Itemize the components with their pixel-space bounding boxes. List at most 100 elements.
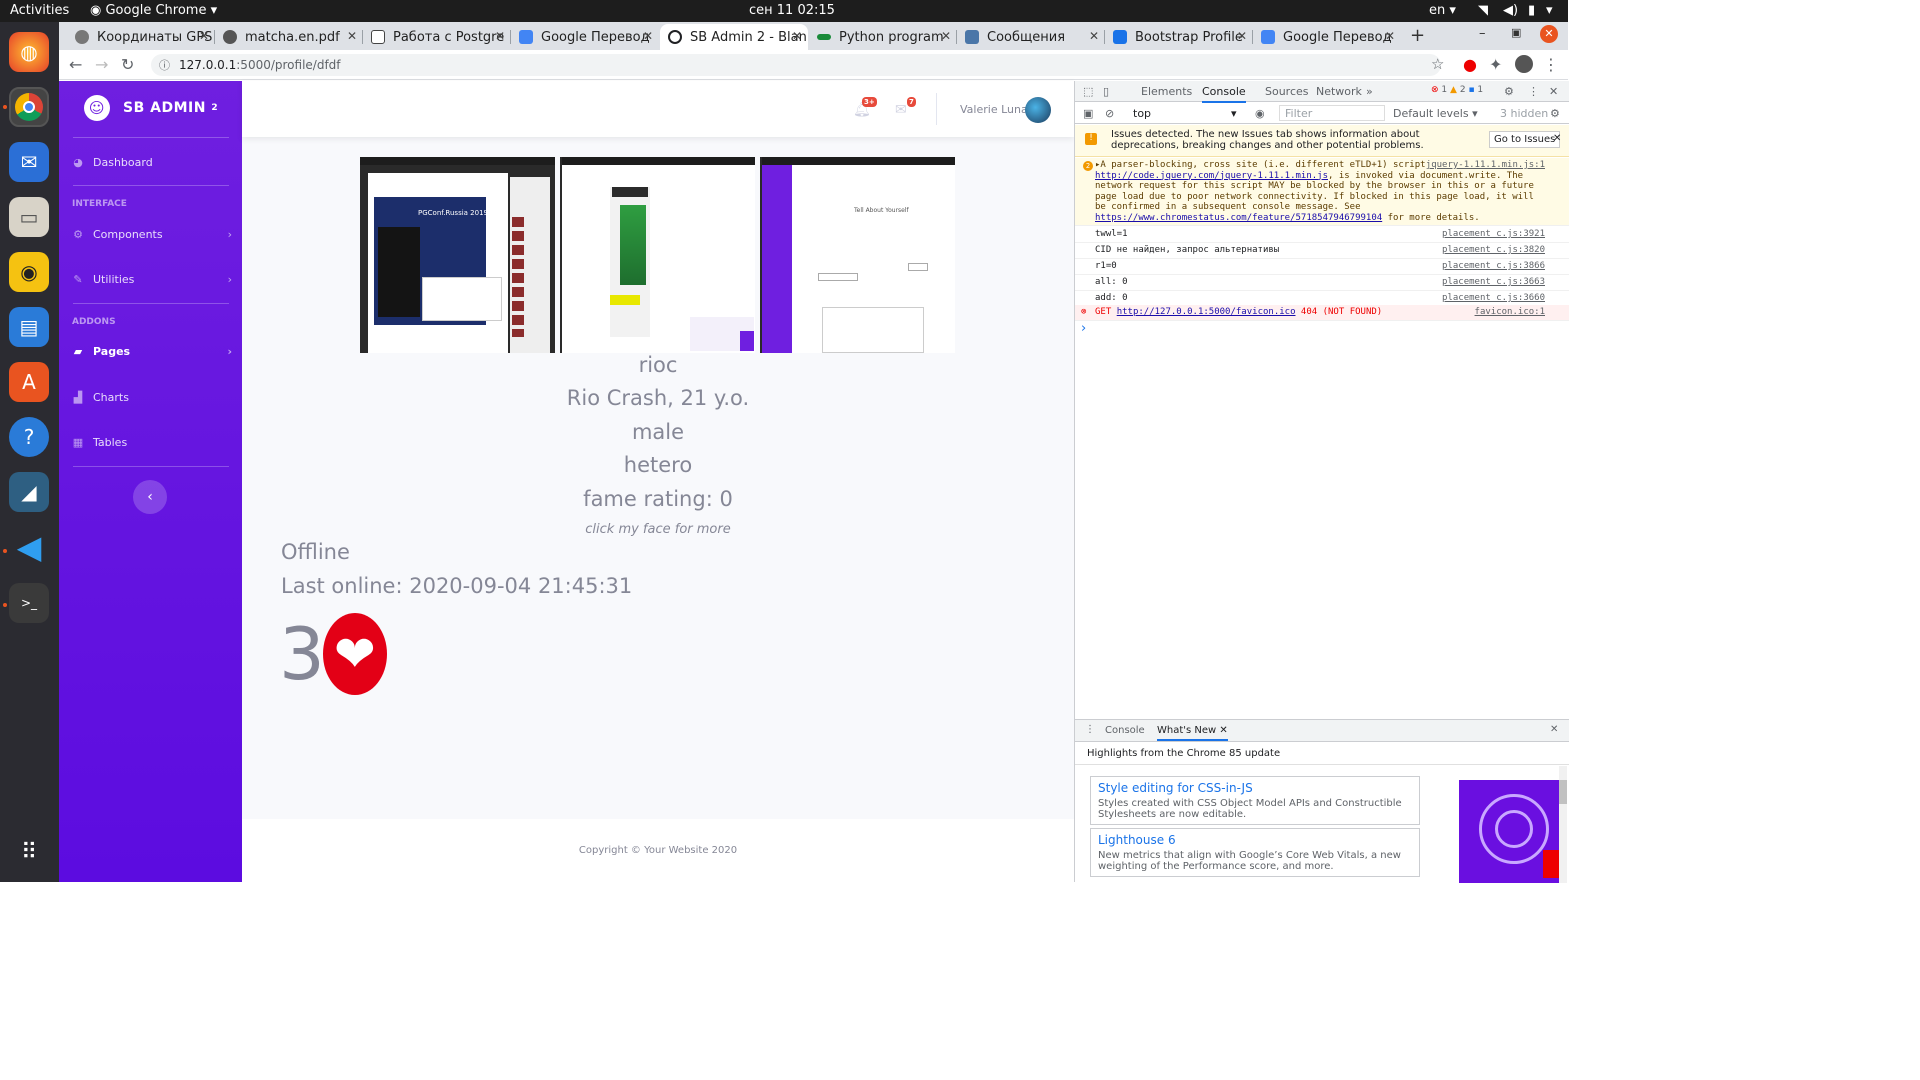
close-tab-icon[interactable]: ✕ [1219, 725, 1227, 736]
console-settings-icon[interactable]: ⚙ [1550, 107, 1560, 120]
tab-gps[interactable]: Координаты GPS ✕ [67, 24, 215, 50]
log-source-link[interactable]: placement_c.js:3921 [1442, 229, 1545, 239]
mysql-workbench-icon[interactable]: ◢ [9, 472, 49, 512]
vscode-icon[interactable]: ◀ [9, 527, 49, 567]
close-tab-icon[interactable]: ✕ [941, 29, 951, 43]
forward-icon[interactable]: → [95, 55, 108, 74]
tab-messages[interactable]: Сообщения ✕ [957, 24, 1105, 50]
live-expression-eye-icon[interactable]: ◉ [1255, 107, 1265, 120]
app-menu[interactable]: ◉ Google Chrome ▾ [90, 3, 217, 18]
close-tab-icon[interactable]: ✕ [643, 29, 653, 43]
sidebar-item-charts[interactable]: ▟ Charts [72, 387, 232, 407]
close-tab-icon[interactable]: ✕ [792, 29, 802, 43]
terminal-icon[interactable]: >_ [9, 583, 49, 623]
files-icon[interactable]: ▭ [9, 197, 49, 237]
drawer-menu-icon[interactable]: ⋮ [1085, 724, 1095, 735]
sidebar-item-components[interactable]: ⚙ Components › [72, 224, 232, 244]
profile-avatar-icon[interactable] [1515, 55, 1533, 73]
console-filter-input[interactable]: Filter [1279, 105, 1385, 121]
go-to-issues-button[interactable]: Go to Issues [1489, 131, 1561, 148]
rhythmbox-icon[interactable]: ◉ [9, 252, 49, 292]
log-source-link[interactable]: placement_c.js:3866 [1442, 261, 1545, 271]
back-icon[interactable]: ← [69, 55, 82, 74]
help-icon[interactable]: ? [9, 417, 49, 457]
profile-photo-3[interactable]: Tell About Yourself [760, 157, 955, 353]
log-levels-select[interactable]: Default levels ▾ [1393, 107, 1478, 120]
more-tabs-icon[interactable]: » [1366, 85, 1373, 98]
tab-sb-admin[interactable]: SB Admin 2 - Blan ✕ [660, 24, 808, 50]
close-window-icon[interactable]: ✕ [1540, 25, 1558, 43]
activities-button[interactable]: Activities [10, 3, 69, 18]
firefox-icon[interactable]: ◍ [9, 32, 49, 72]
devtools-tab-elements[interactable]: Elements [1141, 85, 1192, 98]
minimize-icon[interactable]: – [1479, 26, 1486, 41]
device-toolbar-icon[interactable]: ▯ [1103, 85, 1109, 98]
thunderbird-icon[interactable]: ✉ [9, 142, 49, 182]
user-name[interactable]: Valerie Luna [960, 103, 1028, 116]
close-tab-icon[interactable]: ✕ [1385, 29, 1395, 43]
chrome-icon[interactable] [9, 87, 49, 127]
profile-photo-1[interactable]: PGConf.Russia 2019 [360, 157, 555, 353]
chromestatus-link[interactable]: https://www.chromestatus.com/feature/571… [1095, 213, 1382, 223]
extensions-puzzle-icon[interactable]: ✦ [1489, 55, 1502, 74]
close-banner-icon[interactable]: ✕ [1553, 133, 1561, 144]
tab-google-translate-2[interactable]: Google Перевод ✕ [1253, 24, 1401, 50]
sidebar-item-dashboard[interactable]: ◕ Dashboard [72, 152, 232, 172]
close-tab-icon[interactable]: ✕ [1089, 29, 1099, 43]
info-icon[interactable]: ⓘ [159, 57, 170, 73]
power-menu-icon[interactable]: ▾ [1546, 3, 1553, 18]
tab-postgres[interactable]: Работа с Postgre ✕ [363, 24, 511, 50]
new-tab-icon[interactable]: + [1410, 25, 1425, 46]
close-devtools-icon[interactable]: ✕ [1549, 85, 1558, 98]
drawer-tab-console[interactable]: Console [1105, 725, 1145, 736]
log-source-link[interactable]: jquery-1.11.1.min.js:1 [1425, 160, 1545, 171]
inspect-element-icon[interactable]: ⬚ [1083, 85, 1093, 98]
close-tab-icon[interactable]: ✕ [1237, 29, 1247, 43]
user-avatar[interactable] [1025, 97, 1051, 123]
favicon-url-link[interactable]: http://127.0.0.1:5000/favicon.ico [1117, 307, 1296, 317]
drawer-tab-whats-new[interactable]: What's New ✕ [1157, 725, 1228, 741]
sidebar-item-utilities[interactable]: ✎ Utilities › [72, 269, 232, 289]
clear-console-icon[interactable]: ⊘ [1105, 107, 1114, 120]
log-source-link[interactable]: favicon.ico:1 [1475, 307, 1545, 317]
reload-icon[interactable]: ↻ [121, 55, 134, 74]
close-tab-icon[interactable]: ✕ [199, 29, 209, 43]
sidebar-item-tables[interactable]: ▦ Tables [72, 432, 232, 452]
chrome-menu-icon[interactable]: ⋮ [1543, 55, 1559, 74]
devtools-tab-network[interactable]: Network [1316, 85, 1362, 98]
sidebar-brand[interactable]: ☺ SB ADMIN 2 [84, 95, 218, 121]
software-center-icon[interactable]: A [9, 362, 49, 402]
log-source-link[interactable]: placement_c.js:3660 [1442, 293, 1545, 303]
whats-new-card[interactable]: Style editing for CSS-in-JS Styles create… [1090, 776, 1420, 825]
like-heart-button[interactable]: ❤ [322, 613, 387, 695]
libreoffice-writer-icon[interactable]: ▤ [9, 307, 49, 347]
messages-envelope-icon[interactable]: ✉ [895, 102, 907, 118]
wifi-icon[interactable]: ◥ [1478, 3, 1488, 18]
close-tab-icon[interactable]: ✕ [347, 29, 357, 43]
log-source-link[interactable]: placement_c.js:3820 [1442, 245, 1545, 255]
sidebar-item-pages[interactable]: ▰ Pages › [72, 341, 232, 361]
log-source-link[interactable]: placement_c.js:3663 [1442, 277, 1545, 287]
clock[interactable]: сен 11 02:15 [749, 3, 835, 18]
devtools-tab-sources[interactable]: Sources [1265, 85, 1309, 98]
close-drawer-icon[interactable]: ✕ [1550, 724, 1558, 735]
maximize-icon[interactable]: ▣ [1511, 26, 1521, 39]
bookmark-star-icon[interactable]: ☆ [1431, 55, 1444, 73]
settings-gear-icon[interactable]: ⚙ [1504, 85, 1514, 98]
whats-new-card[interactable]: Lighthouse 6 New metrics that align with … [1090, 828, 1420, 877]
url-field[interactable]: ⓘ 127.0.0.1:5000/profile/dfdf [151, 54, 1441, 76]
volume-icon[interactable]: ◀) [1503, 3, 1518, 18]
error-count[interactable]: ⊗ 1 ▲ 2 ▪ 1 [1431, 85, 1483, 95]
show-applications-icon[interactable]: ⠿ [9, 832, 49, 872]
tab-pdf[interactable]: matcha.en.pdf ✕ [215, 24, 363, 50]
keyboard-layout[interactable]: en ▾ [1429, 3, 1456, 18]
battery-icon[interactable]: ▮ [1528, 3, 1535, 18]
drawer-scrollbar[interactable] [1559, 766, 1567, 883]
tab-google-translate[interactable]: Google Перевод ✕ [511, 24, 659, 50]
tab-bootstrap[interactable]: Bootstrap Profile ✕ [1105, 24, 1253, 50]
sidebar-toggle-icon[interactable]: ▣ [1083, 107, 1093, 120]
tab-python[interactable]: Python program ✕ [809, 24, 957, 50]
context-select[interactable]: top ▾ [1133, 107, 1241, 120]
jquery-link[interactable]: http://code.jquery.com/jquery-1.11.1.min… [1095, 171, 1328, 181]
console-prompt[interactable]: › [1081, 321, 1086, 336]
